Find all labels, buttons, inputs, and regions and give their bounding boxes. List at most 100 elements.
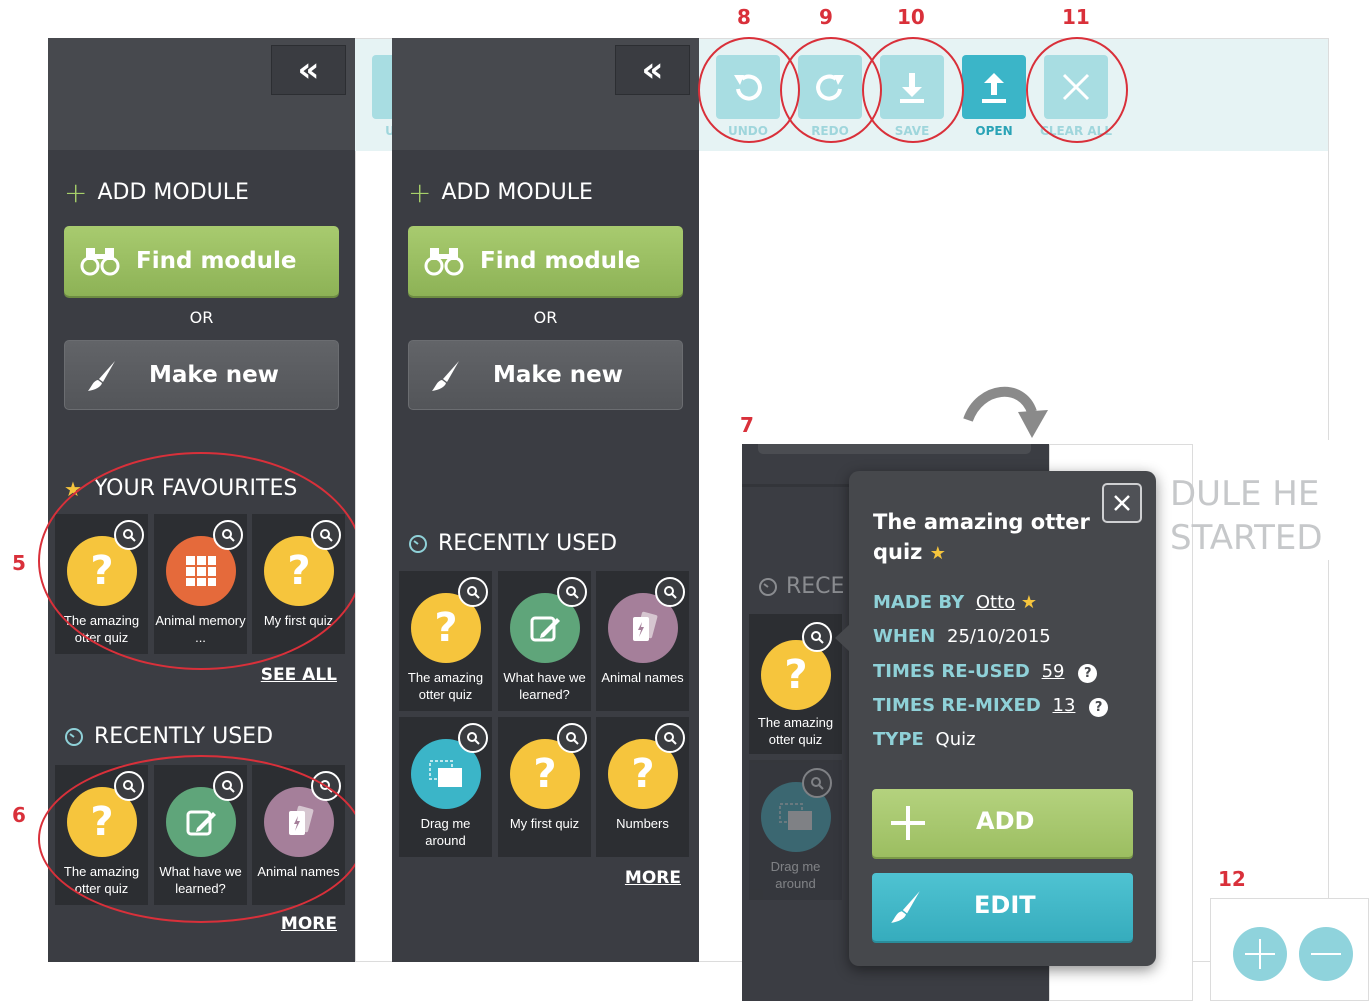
clock-icon xyxy=(408,534,428,554)
collapse-sidebar-button[interactable]: « xyxy=(615,45,690,95)
middle-sidebar: « + ADD MODULE Find module OR Make new R… xyxy=(392,38,699,962)
make-new-label: Make new xyxy=(493,362,623,388)
magnifier-icon[interactable] xyxy=(458,577,488,607)
recent-tile[interactable]: ? Numbers xyxy=(596,717,689,857)
tile-label: Drag me around xyxy=(420,816,471,848)
annotation-number: 7 xyxy=(740,413,754,437)
canvas-hint-text-2: STARTED xyxy=(1170,518,1323,558)
magnifier-icon xyxy=(802,768,832,798)
zoomed-recent-label: RECE xyxy=(786,574,845,599)
edit-button[interactable]: EDIT xyxy=(872,873,1133,941)
popover-pointer xyxy=(835,624,850,652)
magnifier-icon[interactable] xyxy=(802,622,832,652)
plus-icon xyxy=(891,806,925,840)
times-reused-key: TIMES RE-USED xyxy=(873,661,1030,682)
recent-tile[interactable]: ? The amazing otter quiz xyxy=(399,571,492,711)
recent-tile[interactable]: What have we learned? xyxy=(498,571,591,711)
more-link[interactable]: MORE xyxy=(281,914,337,934)
times-reused-row: TIMES RE-USED 59 ? xyxy=(873,661,1098,683)
tile-label: Animal names xyxy=(601,670,684,685)
recent-tile[interactable]: Animal names xyxy=(596,571,689,711)
popover-title-line2: quiz xyxy=(873,540,923,564)
type-row: TYPE Quiz xyxy=(873,729,976,750)
tile-label: The amazing otter quiz xyxy=(757,715,834,747)
find-module-button[interactable]: Find module xyxy=(408,226,683,296)
annotation-number: 5 xyxy=(12,551,26,575)
help-icon[interactable]: ? xyxy=(1089,698,1109,717)
or-label: OR xyxy=(189,308,214,327)
upload-icon xyxy=(982,73,1006,103)
annotation-ring xyxy=(38,755,364,923)
recent-tile: Drag me around xyxy=(749,760,842,900)
help-icon[interactable]: ? xyxy=(1078,664,1098,683)
add-label: ADD xyxy=(976,807,1035,835)
magnifier-icon[interactable] xyxy=(458,723,488,753)
magnifier-icon[interactable] xyxy=(655,723,685,753)
tile-label: Drag me around xyxy=(770,859,821,891)
magnifier-icon[interactable] xyxy=(557,577,587,607)
open-button[interactable] xyxy=(962,55,1026,119)
when-key: WHEN xyxy=(873,626,936,647)
clock-icon xyxy=(64,727,84,747)
find-module-button[interactable]: Find module xyxy=(64,226,339,296)
clock-icon xyxy=(758,577,778,597)
recent-tile[interactable]: ? The amazing otter quiz xyxy=(749,614,842,754)
canvas-hint-text-1: DULE HE xyxy=(1170,474,1320,514)
type-value: Quiz xyxy=(935,729,976,750)
collapse-sidebar-button[interactable]: « xyxy=(271,45,346,95)
zoom-out-button[interactable] xyxy=(1299,927,1353,981)
edit-label: EDIT xyxy=(974,891,1036,919)
open-label: OPEN xyxy=(975,124,1013,138)
tile-label: Numbers xyxy=(616,816,669,831)
zoomed-recent-heading: RECE xyxy=(758,574,844,599)
times-remixed-key: TIMES RE-MIXED xyxy=(873,695,1041,716)
recent-heading: RECENTLY USED xyxy=(408,531,617,556)
or-label: OR xyxy=(533,308,558,327)
close-icon xyxy=(1114,495,1130,511)
make-new-button[interactable]: Make new xyxy=(408,340,683,410)
zoomed-button-edge xyxy=(758,444,1031,454)
minus-icon xyxy=(1311,953,1341,955)
annotation-number: 12 xyxy=(1218,867,1246,891)
plus-icon xyxy=(1245,939,1275,969)
recent-label: RECENTLY USED xyxy=(94,724,274,749)
add-module-heading: + ADD MODULE xyxy=(408,176,593,209)
recent-label: RECENTLY USED xyxy=(438,531,618,556)
times-remixed-value[interactable]: 13 xyxy=(1053,695,1076,716)
add-module-label: ADD MODULE xyxy=(441,180,593,205)
popover-title-line2-wrap: quiz ★ xyxy=(873,537,1090,569)
popover-title-line1: The amazing otter xyxy=(873,510,1090,534)
annotation-ring xyxy=(1026,37,1128,143)
tile-label: What have we learned? xyxy=(503,670,586,702)
made-by-value[interactable]: Otto xyxy=(976,592,1015,613)
binoculars-icon xyxy=(424,246,464,282)
annotation-ring xyxy=(862,37,964,143)
make-new-label: Make new xyxy=(149,362,279,388)
zoom-in-button[interactable] xyxy=(1233,927,1287,981)
see-all-link[interactable]: SEE ALL xyxy=(261,665,337,685)
annotation-number: 10 xyxy=(897,5,925,29)
star-icon: ★ xyxy=(929,543,946,564)
made-by-row: MADE BY Otto ★ xyxy=(873,592,1037,613)
add-module-label: ADD MODULE xyxy=(97,180,249,205)
find-module-label: Find module xyxy=(136,248,297,274)
made-by-key: MADE BY xyxy=(873,592,965,613)
recent-tile[interactable]: Drag me around xyxy=(399,717,492,857)
recent-heading: RECENTLY USED xyxy=(64,724,273,749)
paintbrush-icon xyxy=(85,359,119,399)
magnifier-icon[interactable] xyxy=(655,577,685,607)
binoculars-icon xyxy=(80,246,120,282)
find-module-label: Find module xyxy=(480,248,641,274)
add-module-heading: + ADD MODULE xyxy=(64,176,249,209)
times-remixed-row: TIMES RE-MIXED 13 ? xyxy=(873,695,1109,717)
type-key: TYPE xyxy=(873,729,924,750)
magnifier-icon[interactable] xyxy=(557,723,587,753)
plus-icon: + xyxy=(64,176,88,209)
add-button[interactable]: ADD xyxy=(872,789,1133,857)
more-link[interactable]: MORE xyxy=(625,868,681,888)
annotation-number: 6 xyxy=(12,803,26,827)
popover-close-button[interactable] xyxy=(1102,483,1142,523)
make-new-button[interactable]: Make new xyxy=(64,340,339,410)
times-reused-value[interactable]: 59 xyxy=(1042,661,1065,682)
recent-tile[interactable]: ? My first quiz xyxy=(498,717,591,857)
